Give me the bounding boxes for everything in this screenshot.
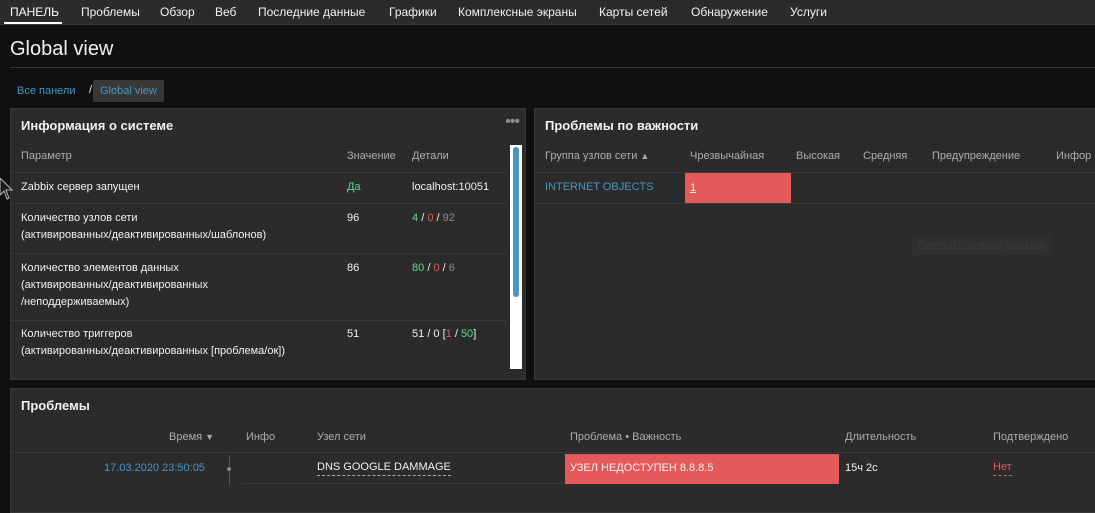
row-divider — [11, 452, 1095, 453]
col-header-high: Высокая — [796, 150, 841, 162]
col-header-host-group[interactable]: Группа узлов сети ▲ — [545, 150, 649, 162]
row-divider — [241, 483, 567, 484]
hosts-templates: 92 — [442, 212, 455, 224]
page-title: Global view — [10, 38, 114, 60]
problem-severity-cell[interactable]: УЗЕЛ НЕДОСТУПЕН 8.8.8.5 — [565, 454, 839, 484]
widget-title: Информация о системе — [21, 118, 174, 133]
row-divider — [11, 253, 507, 254]
nav-discovery[interactable]: Обнаружение — [691, 0, 768, 24]
sort-desc-icon: ▼ — [205, 432, 215, 442]
details-triggers: 51 / 0 [1 / 50] — [412, 326, 476, 343]
separator: / — [442, 262, 446, 274]
col-header-time[interactable]: Время ▼ — [169, 431, 214, 443]
problem-name[interactable]: УЗЕЛ НЕДОСТУПЕН 8.8.8.5 — [570, 460, 713, 477]
snapshot-button[interactable]: Сделать новый снимок — [911, 235, 1052, 255]
details-hosts: 4 / 0 / 92 — [412, 210, 455, 227]
param-triggers-line1: Количество триггеров — [21, 328, 133, 340]
nav-web[interactable]: Веб — [215, 0, 236, 24]
separator: / — [451, 328, 461, 340]
nav-graphs[interactable]: Графики — [389, 0, 437, 24]
value-triggers: 51 — [347, 328, 360, 340]
row-divider — [535, 203, 1095, 204]
param-items-line2: (активированных/деактивированных — [21, 279, 208, 291]
hosts-disabled: 0 — [427, 212, 434, 224]
triggers-suffix: ] — [473, 328, 477, 340]
col-header-duration: Длительность — [845, 431, 917, 443]
col-header-value: Значение — [347, 150, 396, 162]
col-header-host: Узел сети — [317, 431, 366, 443]
triggers-prefix: 51 / 0 [ — [412, 328, 446, 340]
problem-host-link[interactable]: DNS GOOGLE DAMMAGE — [317, 460, 451, 476]
param-hosts: Количество узлов сети (активированных/де… — [21, 210, 266, 244]
separator: / — [436, 212, 440, 224]
param-items-line1: Количество элементов данных — [21, 262, 179, 274]
items-enabled: 80 — [412, 262, 425, 274]
ack-link[interactable]: Нет — [993, 460, 1012, 476]
host-group-link[interactable]: INTERNET OBJECTS — [545, 179, 654, 196]
items-disabled: 0 — [433, 262, 440, 274]
hosts-enabled: 4 — [412, 212, 419, 224]
sort-asc-icon: ▲ — [640, 151, 650, 161]
row-divider — [535, 172, 1095, 173]
nav-dashboard[interactable]: ПАНЕЛЬ — [10, 0, 59, 24]
widget-title: Проблемы по важности — [545, 118, 699, 133]
breadcrumb-current[interactable]: Global view — [93, 80, 164, 102]
widget-system-info: Информация о системе ••• Параметр Значен… — [10, 108, 526, 380]
col-header-host-group-label: Группа узлов сети — [545, 150, 638, 162]
disaster-count[interactable]: 1 — [690, 180, 696, 197]
widget-title: Проблемы — [21, 398, 90, 413]
separator: / — [427, 262, 431, 274]
col-header-average: Средняя — [863, 150, 908, 162]
value-items: 86 — [347, 262, 360, 274]
col-header-problem: Проблема • Важность — [570, 431, 682, 443]
timeline-dot — [227, 467, 231, 471]
nav-overview[interactable]: Обзор — [160, 0, 195, 24]
mouse-cursor-icon — [0, 178, 14, 200]
col-header-information: Инфор — [1056, 150, 1092, 162]
col-header-info: Инфо — [246, 431, 276, 443]
col-header-param: Параметр — [21, 150, 72, 162]
col-header-details: Детали — [412, 150, 449, 162]
row-divider — [11, 320, 507, 321]
nav-active-indicator — [4, 22, 62, 24]
row-divider — [11, 172, 507, 173]
problem-duration: 15ч 2с — [845, 462, 878, 474]
param-hosts-line1: Количество узлов сети — [21, 212, 138, 224]
param-triggers-line2: (активированных/деактивированных [пробле… — [21, 345, 285, 357]
nav-screens[interactable]: Комплексные экраны — [458, 0, 577, 24]
top-nav: ПАНЕЛЬ Проблемы Обзор Веб Последние данн… — [0, 0, 1095, 25]
widget-problems: Проблемы Время ▼ Инфо Узел сети Проблема… — [10, 388, 1095, 513]
breadcrumb-all-dashboards[interactable]: Все панели — [17, 85, 75, 97]
row-divider — [11, 203, 507, 204]
value-hosts: 96 — [347, 212, 360, 224]
nav-maps[interactable]: Карты сетей — [599, 0, 668, 24]
widget-problems-by-severity: Проблемы по важности Группа узлов сети ▲… — [534, 108, 1095, 380]
col-header-ack: Подтверждено — [993, 431, 1069, 443]
details-items: 80 / 0 / 6 — [412, 260, 455, 277]
param-triggers: Количество триггеров (активированных/деа… — [21, 326, 285, 360]
scrollbar[interactable] — [510, 145, 522, 369]
nav-latest-data[interactable]: Последние данные — [258, 0, 365, 24]
triggers-ok: 50 — [460, 328, 474, 340]
param-items: Количество элементов данных (активирован… — [21, 260, 208, 311]
value-server-running: Да — [347, 181, 361, 193]
disaster-count-cell[interactable]: 1 — [685, 173, 791, 203]
details-server-address: localhost:10051 — [412, 181, 490, 193]
scrollbar-thumb[interactable] — [513, 147, 519, 297]
param-server-running: Zabbix сервер запущен — [21, 181, 140, 193]
param-hosts-line2: (активированных/деактивированных/шаблоно… — [21, 229, 267, 241]
separator: / — [421, 212, 425, 224]
param-items-line3: /неподдерживаемых) — [21, 296, 130, 308]
divider — [10, 67, 1095, 68]
breadcrumb-separator: / — [89, 84, 93, 96]
nav-services[interactable]: Услуги — [790, 0, 827, 24]
col-header-disaster: Чрезвычайная — [690, 150, 765, 162]
col-header-warning: Предупреждение — [932, 150, 1021, 162]
nav-problems[interactable]: Проблемы — [81, 0, 140, 24]
col-header-time-label: Время — [169, 431, 203, 443]
items-unsupported: 6 — [448, 262, 455, 274]
problem-time-link[interactable]: 17.03.2020 23:50:05 — [104, 460, 205, 477]
widget-menu-icon[interactable]: ••• — [505, 113, 520, 131]
